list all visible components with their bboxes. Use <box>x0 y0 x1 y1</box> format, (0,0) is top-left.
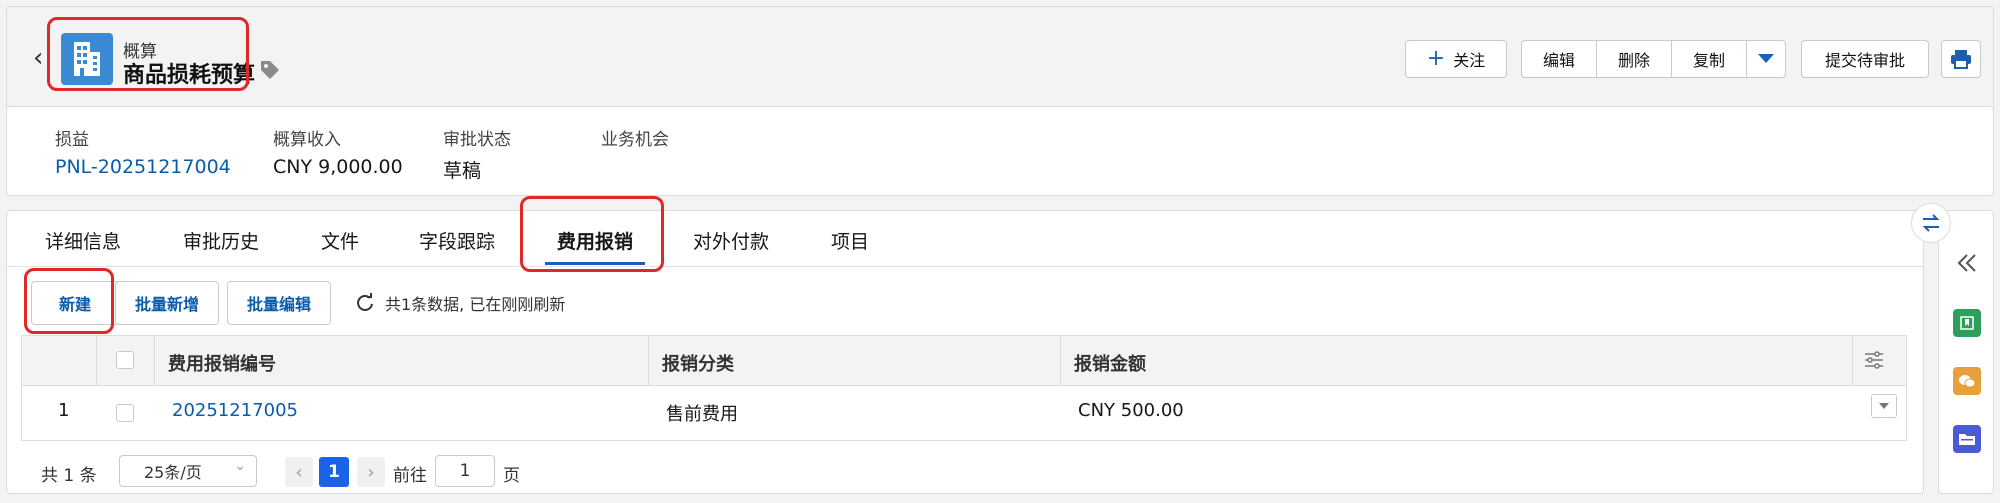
page-suffix: 页 <box>503 466 520 486</box>
swap-icon[interactable] <box>1911 203 1951 243</box>
copy-button[interactable]: 复制 <box>1671 40 1747 78</box>
follow-button[interactable]: + 关注 <box>1405 40 1507 78</box>
row-index: 1 <box>58 400 70 421</box>
pnl-link[interactable]: PNL-20251217004 <box>55 156 231 178</box>
highlight-box-tab <box>520 196 664 272</box>
row-actions-button[interactable] <box>1871 394 1897 418</box>
total-count: 共 1 条 <box>41 466 97 486</box>
next-page-button[interactable]: › <box>357 457 385 487</box>
row-checkbox[interactable] <box>116 404 134 422</box>
tab-approval-history[interactable]: 审批历史 <box>183 227 259 254</box>
expense-table: 费用报销编号 报销分类 报销金额 1 20251217005 售前费用 CNY … <box>21 335 1907 441</box>
chevron-down-icon: ⌄ <box>234 458 246 474</box>
tab-field-tracking[interactable]: 字段跟踪 <box>419 227 495 254</box>
refresh-status: 共1条数据, 已在刚刚刷新 <box>355 291 565 315</box>
right-utility-dock <box>1938 210 1994 494</box>
collapse-icon[interactable] <box>1953 249 1981 277</box>
refresh-icon[interactable] <box>355 293 375 313</box>
current-page-button[interactable]: 1 <box>319 457 349 487</box>
tag-icon[interactable] <box>259 59 281 81</box>
goto-label: 前往 <box>393 466 427 486</box>
column-header-amount[interactable]: 报销金额 <box>1074 350 1146 376</box>
related-tabs-card: 详细信息 审批历史 文件 字段跟踪 费用报销 对外付款 项目 新建 批量新增 批… <box>6 210 1924 494</box>
highlights-panel: 损益 PNL-20251217004 概算收入 CNY 9,000.00 审批状… <box>6 106 1994 196</box>
print-button[interactable] <box>1941 40 1981 78</box>
tab-details[interactable]: 详细信息 <box>45 227 121 254</box>
page-size-select[interactable]: 25条/页 ⌄ <box>119 455 257 487</box>
tab-project[interactable]: 项目 <box>831 227 869 254</box>
chat-icon[interactable] <box>1953 367 1981 395</box>
highlight-pnl: 损益 PNL-20251217004 <box>55 130 231 178</box>
chevron-down-icon <box>1758 54 1774 63</box>
tab-bar: 详细信息 审批历史 文件 字段跟踪 费用报销 对外付款 项目 <box>7 211 1923 267</box>
column-header-number[interactable]: 费用报销编号 <box>168 350 276 376</box>
bookmark-icon[interactable] <box>1953 309 1981 337</box>
highlight-revenue: 概算收入 CNY 9,000.00 <box>273 130 403 178</box>
batch-add-button[interactable]: 批量新增 <box>115 281 219 325</box>
plus-icon: + <box>1426 46 1446 71</box>
pagination: 共 1 条 25条/页 ⌄ ‹ 1 › 前往 页 <box>7 451 1923 491</box>
tab-files[interactable]: 文件 <box>321 227 359 254</box>
print-icon <box>1951 50 1971 69</box>
caret-down-icon <box>1879 403 1889 409</box>
batch-edit-button[interactable]: 批量编辑 <box>227 281 331 325</box>
table-header: 费用报销编号 报销分类 报销金额 <box>22 336 1906 386</box>
edit-button[interactable]: 编辑 <box>1521 40 1597 78</box>
tab-external-payment[interactable]: 对外付款 <box>693 227 769 254</box>
column-settings-icon[interactable] <box>1864 350 1884 374</box>
more-actions-button[interactable] <box>1746 40 1786 78</box>
expense-amount-cell: CNY 500.00 <box>1078 400 1184 421</box>
column-header-category[interactable]: 报销分类 <box>662 350 734 376</box>
submit-approval-button[interactable]: 提交待审批 <box>1801 40 1929 78</box>
highlight-opportunity: 业务机会 <box>601 130 669 150</box>
highlight-box-title <box>47 17 249 91</box>
highlight-approval-status: 审批状态 草稿 <box>443 130 511 182</box>
delete-button[interactable]: 删除 <box>1596 40 1672 78</box>
prev-page-button[interactable]: ‹ <box>285 457 313 487</box>
expense-category-cell: 售前费用 <box>666 404 738 425</box>
expense-number-link[interactable]: 20251217005 <box>172 400 298 421</box>
folder-icon[interactable] <box>1953 425 1981 453</box>
highlight-box-new <box>24 268 114 334</box>
goto-page-input[interactable] <box>435 455 495 487</box>
select-all-checkbox[interactable] <box>116 351 134 369</box>
